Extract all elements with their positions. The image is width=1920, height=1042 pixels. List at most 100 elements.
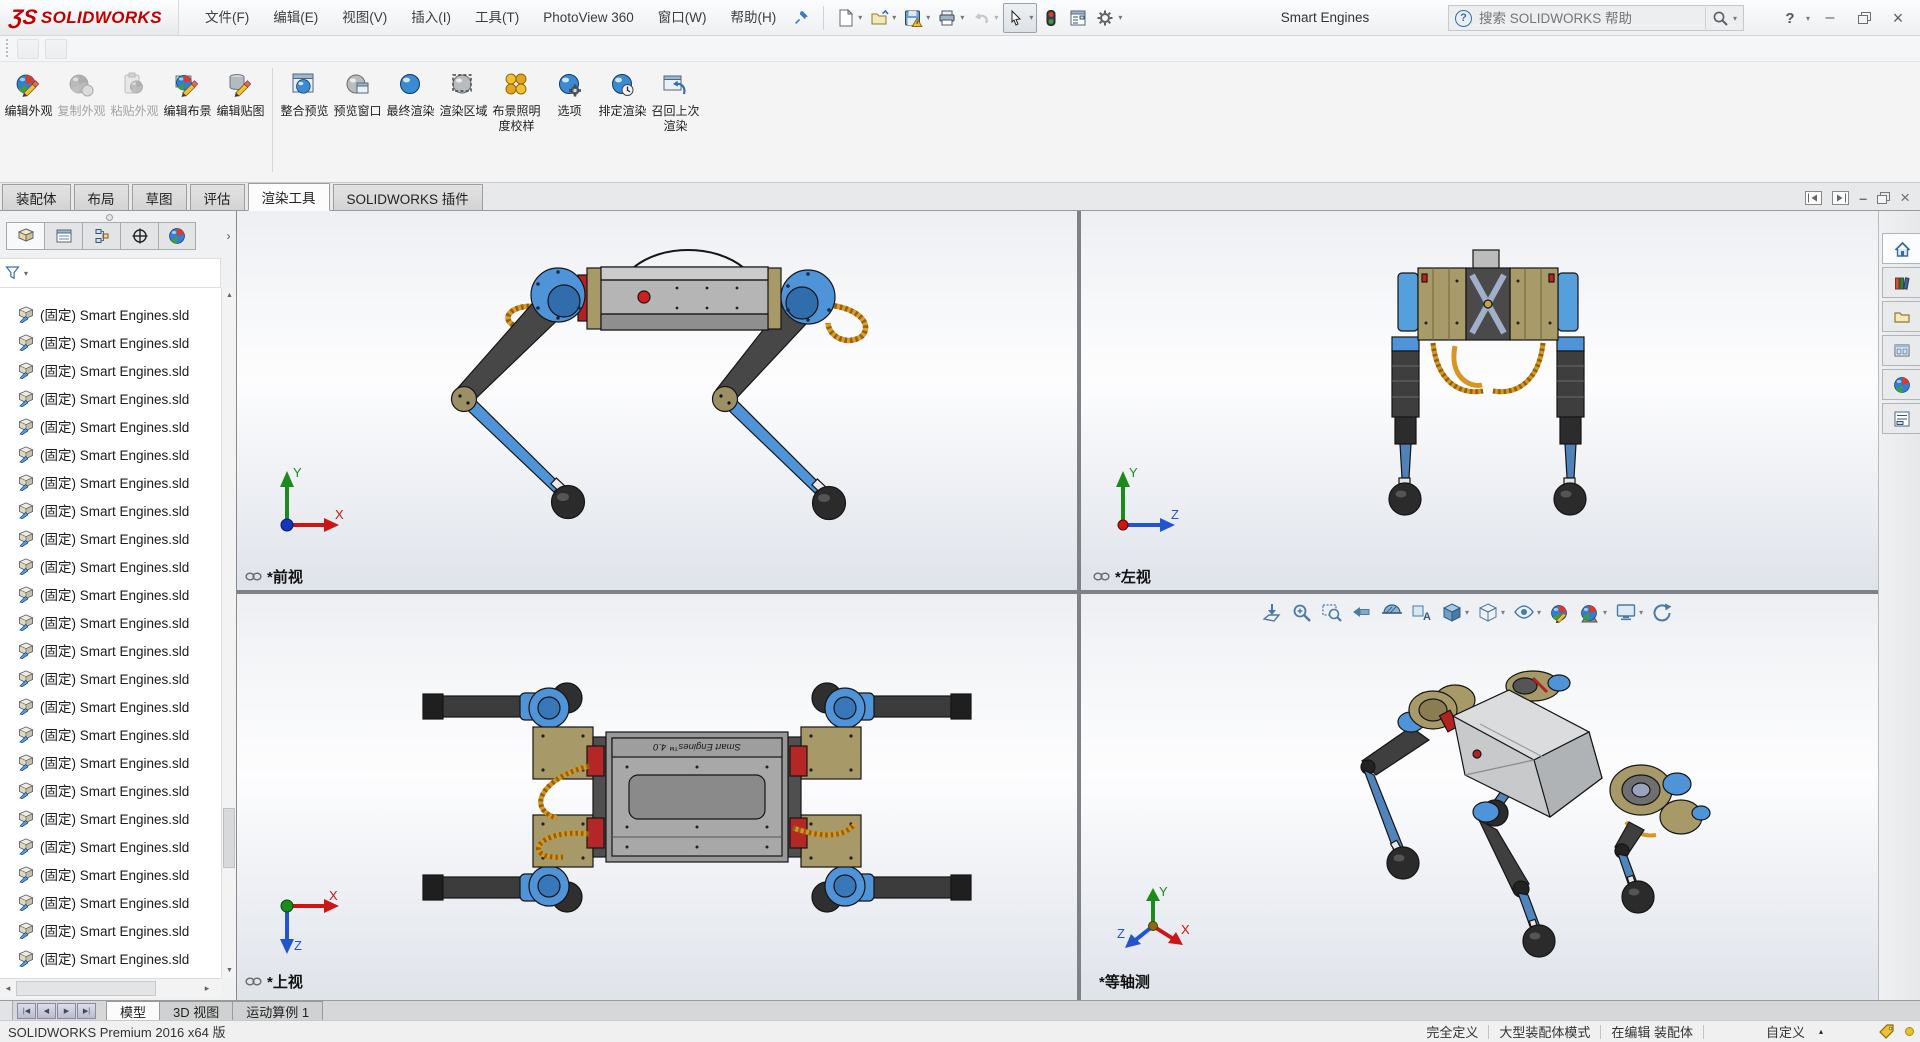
robot-model-left-view[interactable]: [1081, 211, 1879, 590]
minimize-button[interactable]: –: [1816, 5, 1844, 31]
tree-vertical-scrollbar[interactable]: ▲ ▼: [221, 288, 236, 978]
tree-item[interactable]: (固定) Smart Engines.sld: [0, 720, 221, 748]
pin-menu-icon[interactable]: [794, 10, 809, 25]
viewport-top[interactable]: Smart Engines™ 4.0: [237, 594, 1077, 1000]
annotation-views-button[interactable]: A: [1407, 600, 1437, 625]
tree-horizontal-scrollbar[interactable]: ◂ ▸: [0, 978, 221, 998]
tree-item[interactable]: (固定) Smart Engines.sld: [0, 580, 221, 608]
render-region-button[interactable]: 渲染区域: [437, 62, 490, 174]
tree-filter-row[interactable]: ▾: [0, 258, 221, 288]
rotate-view-button[interactable]: [1647, 600, 1677, 625]
tree-item[interactable]: (固定) Smart Engines.sld: [0, 636, 221, 664]
chevron-down-icon[interactable]: ▾: [1118, 13, 1122, 22]
tab-布局[interactable]: 布局: [74, 184, 129, 210]
chevron-down-icon[interactable]: ▾: [960, 13, 964, 22]
tree-item[interactable]: (固定) Smart Engines.sld: [0, 804, 221, 832]
edit-appearance-button[interactable]: 编辑外观: [2, 62, 55, 174]
render-options-button[interactable]: 选项: [543, 62, 596, 174]
chevron-down-icon[interactable]: ▾: [1806, 14, 1810, 23]
sheet-tab-运动算例 1[interactable]: 运动算例 1: [232, 1001, 323, 1020]
panel-tab-dimxpertmanager[interactable]: [120, 222, 158, 250]
menu-item-6[interactable]: 窗口(W): [646, 0, 719, 36]
new-document-button[interactable]: ▾: [833, 3, 865, 33]
toolbar-drag-handle[interactable]: [4, 39, 10, 59]
interference-check-button[interactable]: [1039, 3, 1064, 33]
chevron-down-icon[interactable]: ▾: [1603, 608, 1607, 617]
robot-model-front-view[interactable]: [237, 211, 1077, 590]
prev-sheet-button[interactable]: ◀: [37, 1003, 56, 1019]
chevron-down-icon[interactable]: ▾: [1501, 608, 1505, 617]
viewport-front[interactable]: Y X *前视: [237, 211, 1077, 590]
document-close-button[interactable]: ×: [1900, 188, 1910, 208]
tab-评估[interactable]: 评估: [190, 184, 245, 210]
menu-item-5[interactable]: PhotoView 360: [531, 0, 646, 36]
panel-splitter-handle[interactable]: [106, 214, 113, 221]
tree-item[interactable]: (固定) Smart Engines.sld: [0, 356, 221, 384]
file-explorer-button[interactable]: [1882, 301, 1920, 332]
first-sheet-button[interactable]: |◀: [17, 1003, 36, 1019]
tab-渲染工具[interactable]: 渲染工具: [248, 183, 330, 211]
schedule-render-button[interactable]: 排定渲染: [596, 62, 649, 174]
viewport-vertical-splitter[interactable]: [1077, 211, 1081, 1000]
search-button[interactable]: ▾: [1705, 7, 1737, 29]
hide-show-items-button[interactable]: ▾: [1509, 600, 1545, 625]
chevron-down-icon[interactable]: ▾: [1639, 608, 1643, 617]
scroll-down-arrow[interactable]: ▼: [222, 963, 237, 978]
menu-item-3[interactable]: 插入(I): [399, 0, 463, 36]
view-orientation-button[interactable]: ▾: [1437, 600, 1473, 625]
panel-tab-configurationmanager[interactable]: [82, 222, 120, 250]
viewport-isometric[interactable]: A▾▾▾▾▾ Y X Z *等轴测: [1081, 594, 1879, 1000]
panel-expand-arrow[interactable]: ›: [222, 222, 235, 250]
scrollbar-thumb[interactable]: [16, 981, 156, 996]
tree-item[interactable]: (固定) Smart Engines.sld: [0, 692, 221, 720]
tree-item[interactable]: (固定) Smart Engines.sld: [0, 664, 221, 692]
zoom-to-area-button[interactable]: [1287, 600, 1317, 625]
document-minimize-button[interactable]: –: [1859, 190, 1867, 206]
tree-item[interactable]: (固定) Smart Engines.sld: [0, 832, 221, 860]
tree-item[interactable]: (固定) Smart Engines.sld: [0, 468, 221, 496]
recall-last-render-button[interactable]: 召回上次渲染: [649, 62, 702, 174]
open-button[interactable]: ▾: [867, 3, 899, 33]
display-style-button[interactable]: ▾: [1473, 600, 1509, 625]
zoom-window-button[interactable]: [1317, 600, 1347, 625]
menu-item-1[interactable]: 编辑(E): [261, 0, 330, 36]
edit-scene-button[interactable]: 编辑布景: [161, 62, 214, 174]
menu-item-7[interactable]: 帮助(H): [719, 0, 789, 36]
tree-item[interactable]: (固定) Smart Engines.sld: [0, 860, 221, 888]
status-custom-toolbar[interactable]: 自定义: [1756, 1022, 1815, 1041]
viewport-horizontal-splitter[interactable]: [237, 590, 1879, 594]
scroll-up-arrow[interactable]: ▲: [222, 288, 237, 303]
sheet-tab-3D 视图[interactable]: 3D 视图: [159, 1001, 232, 1020]
tree-item[interactable]: (固定) Smart Engines.sld: [0, 524, 221, 552]
chevron-down-icon[interactable]: ▾: [926, 13, 930, 22]
tag-icon[interactable]: [1879, 1024, 1895, 1039]
chevron-down-icon[interactable]: ▾: [858, 13, 862, 22]
tree-item[interactable]: (固定) Smart Engines.sld: [0, 608, 221, 636]
scroll-right-arrow[interactable]: ▸: [199, 979, 215, 998]
final-render-button[interactable]: 最终渲染: [384, 62, 437, 174]
tree-item[interactable]: (固定) Smart Engines.sld: [0, 944, 221, 972]
tab-SOLIDWORKS 插件[interactable]: SOLIDWORKS 插件: [333, 184, 483, 210]
select-cursor-button[interactable]: ▾: [1003, 3, 1037, 33]
tab-草图[interactable]: 草图: [132, 184, 187, 210]
help-button[interactable]: ?: [1776, 5, 1804, 31]
menu-item-0[interactable]: 文件(F): [193, 0, 261, 36]
sheet-tab-模型[interactable]: 模型: [106, 1001, 159, 1020]
preview-window-button[interactable]: 预览窗口: [331, 62, 384, 174]
appearances-scenes-button[interactable]: [1882, 369, 1920, 400]
section-view-button[interactable]: [1377, 600, 1407, 625]
document-tile-right-button[interactable]: [1832, 191, 1849, 205]
panel-tab-propertymanager[interactable]: [44, 222, 82, 250]
view-settings-button[interactable]: ▾: [1611, 600, 1647, 625]
tree-item[interactable]: (固定) Smart Engines.sld: [0, 412, 221, 440]
chevron-down-icon[interactable]: ▾: [1733, 14, 1737, 23]
tree-item[interactable]: (固定) Smart Engines.sld: [0, 916, 221, 944]
apply-scene-button[interactable]: ▾: [1575, 600, 1611, 625]
tree-item[interactable]: (固定) Smart Engines.sld: [0, 328, 221, 356]
help-search-box[interactable]: ? ▾: [1448, 5, 1744, 31]
search-input[interactable]: [1479, 11, 1705, 26]
edit-appearance-button[interactable]: [1545, 600, 1575, 625]
tree-item[interactable]: (固定) Smart Engines.sld: [0, 496, 221, 524]
robot-model-top-view[interactable]: Smart Engines™ 4.0: [237, 594, 1077, 1000]
zoom-to-fit-button[interactable]: [1257, 600, 1287, 625]
